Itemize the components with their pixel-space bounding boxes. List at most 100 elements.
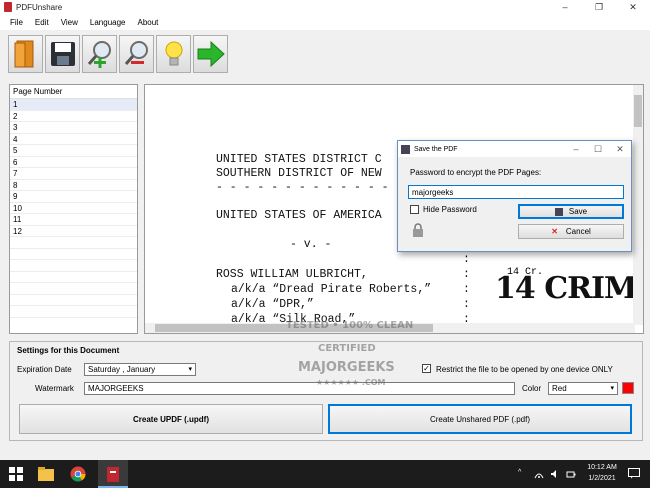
watermark-input[interactable]: MAJORGEEKS [84,382,515,395]
pdfunshare-taskbar-icon[interactable] [105,466,121,482]
menu-file[interactable]: File [4,18,29,27]
document-settings: Settings for this Document Expiration Da… [9,341,643,441]
lock-icon [413,223,423,237]
doc-colon: : [463,283,470,296]
open-icon [14,40,33,68]
tips-button[interactable] [156,35,191,73]
dialog-maximize-button[interactable]: ☐ [587,141,609,157]
doc-line: ROSS WILLIAM ULBRICHT, [216,268,368,281]
page-row-empty [10,295,137,306]
horizontal-scroll-thumb[interactable] [155,324,433,332]
page-row[interactable]: 12 [10,226,137,237]
lightbulb-icon [165,41,182,66]
doc-line: a/k/a “Dread Pirate Roberts,” [231,283,432,296]
file-explorer-icon[interactable] [38,466,54,482]
zoom-in-icon [87,41,111,68]
watermark-value: MAJORGEEKS [88,384,144,393]
maximize-button[interactable]: ❐ [582,0,616,14]
next-button[interactable] [193,35,228,73]
hide-password-checkbox[interactable] [410,205,419,214]
doc-case-stamp: 14 CRIM 0 [495,271,643,306]
title-bar: PDFUnshare – ❐ ✕ [0,0,650,14]
windows-start-icon[interactable] [8,466,24,482]
menu-view[interactable]: View [55,18,84,27]
minimize-button[interactable]: – [548,0,582,14]
clock-time[interactable]: 10:12 AM [580,464,624,471]
doc-colon: : [463,298,470,311]
menu-language[interactable]: Language [84,18,132,27]
page-row[interactable]: 1 [10,99,137,111]
dialog-save-label: Save [568,207,588,216]
taskbar: ^ 10:12 AM 1/2/2021 [0,460,650,488]
doc-line: - - - - - - - - - - - - - [216,181,389,194]
expiration-date-picker[interactable]: Saturday , January ▾ [84,363,196,376]
color-swatch[interactable] [622,382,634,394]
close-button[interactable]: ✕ [616,0,650,14]
app-icon [4,2,12,12]
create-updf-button[interactable]: Create UPDF (.updf) [19,404,323,434]
menu-about[interactable]: About [131,18,164,27]
save-button[interactable] [45,35,80,73]
close-icon: ✕ [551,227,558,236]
password-input[interactable]: majorgeeks [408,185,624,199]
color-value: Red [552,384,567,393]
restrict-label: Restrict the file to be opened by one de… [436,365,613,374]
page-row[interactable]: 3 [10,122,137,134]
notification-icon[interactable] [628,468,640,479]
create-unshared-pdf-button[interactable]: Create Unshared PDF (.pdf) [328,404,632,434]
doc-colon: : [463,268,470,281]
tray-chevron-icon[interactable]: ^ [518,469,521,476]
page-row[interactable]: 10 [10,203,137,214]
page-row-empty [10,249,137,260]
page-row[interactable]: 8 [10,180,137,191]
page-list[interactable]: Page Number 1 2 3 4 5 6 7 8 9 10 11 12 [9,84,138,334]
watermark-label: Watermark [35,384,74,393]
dialog-save-button[interactable]: Save [518,204,624,219]
dialog-close-button[interactable]: ✕ [609,141,631,157]
vertical-scroll-thumb[interactable] [634,95,642,127]
page-row-empty [10,272,137,283]
horizontal-scrollbar[interactable] [145,323,635,333]
dialog-cancel-button[interactable]: ✕ Cancel [518,224,624,239]
page-row[interactable]: 6 [10,157,137,168]
page-row-empty [10,260,137,272]
restrict-checkbox[interactable]: ✓ [422,364,431,373]
page-row[interactable]: 7 [10,168,137,180]
battery-icon[interactable] [566,469,576,479]
page-row[interactable]: 4 [10,134,137,145]
color-select[interactable]: Red ▾ [548,382,618,395]
password-prompt: Password to encrypt the PDF Pages: [410,168,542,177]
zoom-out-button[interactable] [119,35,154,73]
chrome-icon[interactable] [70,466,86,482]
page-row[interactable]: 9 [10,191,137,203]
doc-line: a/k/a “DPR,” [231,298,314,311]
doc-colon: : [463,253,470,266]
page-row[interactable]: 2 [10,111,137,122]
save-icon [50,42,75,66]
save-pdf-dialog: Save the PDF – ☐ ✕ Password to encrypt t… [397,140,632,252]
page-row[interactable]: 5 [10,145,137,157]
dialog-title-bar: Save the PDF – ☐ ✕ [398,141,631,157]
hide-password-label: Hide Password [423,205,477,214]
doc-line: UNITED STATES OF AMERICA [216,209,382,222]
color-label: Color [522,384,542,393]
menu-edit[interactable]: Edit [29,18,55,27]
chevron-down-icon: ▾ [188,366,192,373]
save-icon [401,144,410,154]
next-arrow-icon [197,40,225,68]
page-row-empty [10,283,137,295]
clock-date[interactable]: 1/2/2021 [580,475,624,482]
page-list-header: Page Number [10,85,137,99]
network-icon[interactable] [534,469,544,479]
volume-icon[interactable] [550,469,560,479]
dialog-minimize-button[interactable]: – [565,141,587,157]
zoom-in-button[interactable] [82,35,117,73]
open-button[interactable] [8,35,43,73]
settings-title: Settings for this Document [17,346,120,355]
vertical-scrollbar[interactable] [633,85,643,325]
expiration-label: Expiration Date [17,365,72,374]
page-row[interactable]: 11 [10,214,137,226]
doc-line: SOUTHERN DISTRICT OF NEW [216,167,382,180]
doc-line: - v. - [290,238,332,251]
chevron-down-icon: ▾ [610,385,614,392]
